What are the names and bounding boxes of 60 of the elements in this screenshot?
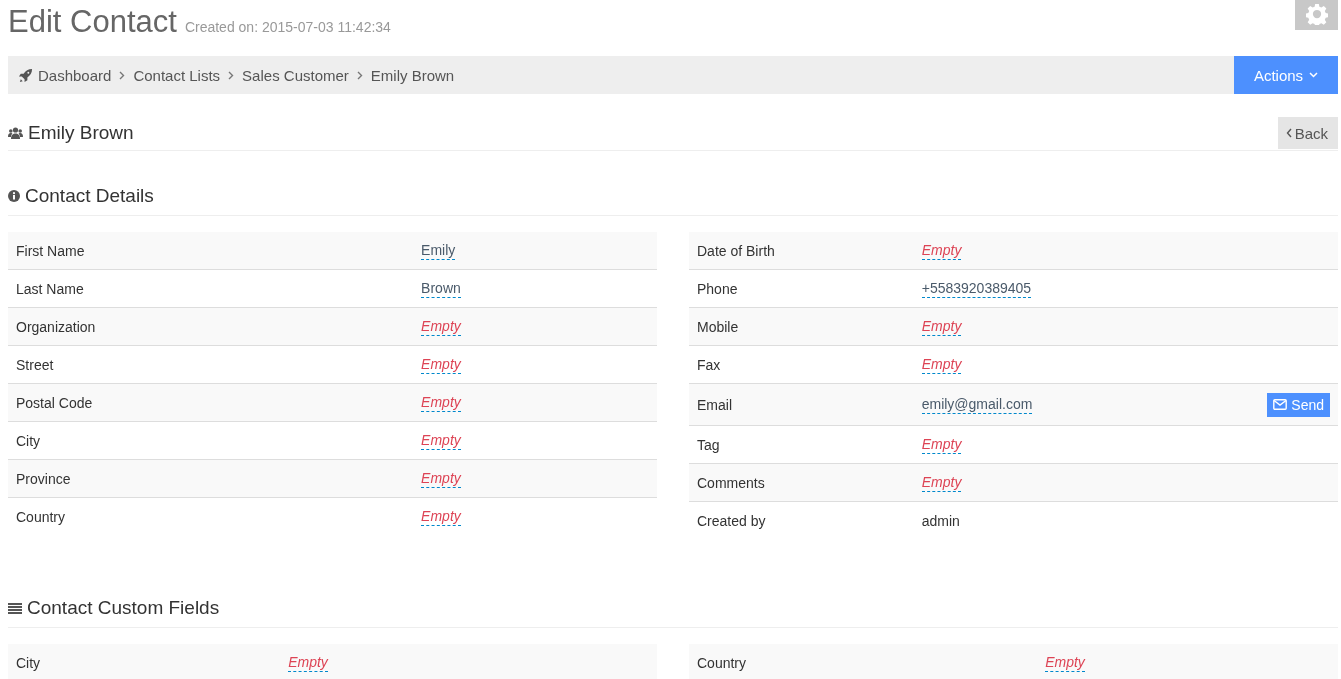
field-label: Comments [697,474,766,491]
empty-value[interactable]: Empty [421,355,461,374]
chevron-icon [356,70,363,80]
field-label: Street [16,356,55,373]
field-label: Created by [697,512,767,529]
editable-value[interactable]: +5583920389405 [921,279,1032,298]
settings-button[interactable] [1295,0,1338,30]
info-icon [8,190,20,202]
field-label: City [16,654,42,671]
field-label: Country [697,654,748,671]
list-icon [8,602,22,614]
field-label: Last Name [16,280,85,297]
field-label: Date of Birth [697,242,776,259]
field-label: Province [16,470,72,487]
empty-value[interactable]: Empty [421,317,461,336]
empty-value[interactable]: Empty [921,355,962,374]
caret-icon [1309,72,1319,78]
field-label: Mobile [697,318,740,335]
breadcrumb-link[interactable]: Emily Brown [370,66,455,84]
envelope-icon [1273,399,1288,410]
chevron-icon [119,70,126,80]
rocket-icon [18,67,33,83]
empty-value[interactable]: Empty [921,317,962,336]
editable-value[interactable]: Emily [421,241,456,260]
field-label: City [16,432,42,449]
empty-value[interactable]: Empty [921,473,962,492]
send-button[interactable]: Send [1267,392,1330,417]
section-title: Contact Custom Fields [27,597,220,619]
created-date: Created on: 2015-07-03 11:42:34 [184,19,391,35]
actions-button[interactable]: Actions [1234,56,1338,94]
editable-value[interactable]: emily@gmail.com [921,395,1033,414]
empty-value[interactable]: Empty [421,469,461,488]
section-title: Contact Details [25,185,154,207]
back-button[interactable]: Back [1277,117,1338,149]
empty-value[interactable]: Empty [921,435,962,454]
contact-name: Emily Brown [28,122,134,144]
field-label: Tag [697,436,721,453]
field-label: Email [697,396,733,413]
field-label: First Name [16,242,86,259]
field-label: Postal Code [16,394,94,411]
settings-icon [1305,3,1328,25]
empty-value[interactable]: Empty [1045,653,1085,672]
empty-value[interactable]: Empty [421,393,461,412]
chevron-icon [1285,128,1292,138]
users-icon [8,127,23,139]
page-title: Edit Contact [8,4,177,40]
breadcrumb-link[interactable]: Sales Customer [242,66,349,84]
field-label: Fax [697,356,722,373]
breadcrumb-link[interactable]: Contact Lists [133,66,221,84]
editable-value[interactable]: Brown [421,279,461,298]
empty-value[interactable]: Empty [421,431,461,450]
field-value: admin [921,512,960,529]
chevron-icon [228,70,235,80]
empty-value[interactable]: Empty [421,507,461,526]
field-label: Country [16,508,67,525]
field-label: Phone [697,280,739,297]
field-label: Organization [16,318,97,335]
empty-value[interactable]: Empty [288,653,328,672]
empty-value[interactable]: Empty [921,241,962,260]
breadcrumb-link[interactable]: Dashboard [38,66,112,84]
